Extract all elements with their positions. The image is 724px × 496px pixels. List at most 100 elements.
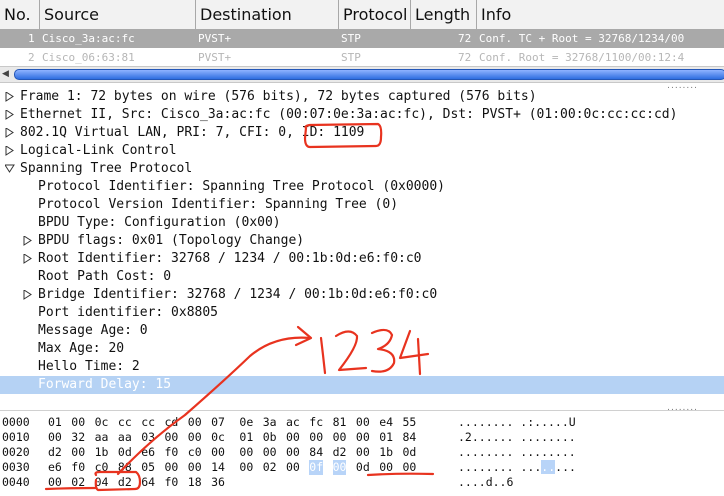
hex-byte[interactable]: 00: [286, 430, 300, 445]
hex-byte[interactable]: aa: [118, 430, 132, 445]
hex-byte[interactable]: 00: [165, 430, 179, 445]
hex-byte[interactable]: 04: [95, 475, 109, 490]
column-header-info[interactable]: Info: [477, 0, 724, 29]
column-header-no[interactable]: No.: [0, 0, 40, 29]
column-header-source[interactable]: Source: [40, 0, 196, 29]
hex-byte[interactable]: 00: [165, 460, 179, 475]
hex-byte[interactable]: 36: [211, 475, 225, 490]
column-header-length[interactable]: Length: [411, 0, 477, 29]
detail-tree-item[interactable]: Forward Delay: 15: [0, 376, 724, 394]
detail-tree-item[interactable]: 802.1Q Virtual LAN, PRI: 7, CFI: 0, ID: …: [0, 124, 724, 142]
tree-collapsed-icon[interactable]: [4, 88, 16, 106]
tree-collapsed-icon[interactable]: [4, 142, 16, 160]
hex-byte[interactable]: aa: [95, 430, 109, 445]
hex-byte[interactable]: 00: [356, 415, 370, 430]
hex-byte[interactable]: 18: [188, 475, 202, 490]
hex-byte[interactable]: 00: [71, 415, 85, 430]
detail-tree-item[interactable]: Ethernet II, Src: Cisco_3a:ac:fc (00:07:…: [0, 106, 724, 124]
hex-byte[interactable]: 00: [403, 460, 417, 475]
hex-byte[interactable]: f0: [165, 475, 179, 490]
hex-byte[interactable]: 00: [379, 460, 393, 475]
hex-byte[interactable]: 00: [188, 460, 202, 475]
detail-tree-item[interactable]: Root Identifier: 32768 / 1234 / 00:1b:0d…: [0, 250, 724, 268]
hex-byte[interactable]: 00: [48, 430, 62, 445]
hex-byte[interactable]: d2: [118, 475, 132, 490]
hex-dump-row[interactable]: 0030 e6 f0 c0 88 05 00 00 14 00 02 00 0f 00 0d 00 00....…: [0, 460, 724, 475]
hex-byte[interactable]: c0: [188, 445, 202, 460]
packet-bytes-pane[interactable]: 0000 01 00 0c cc cc cd 00 07 0e 3a ac fc 81 00 e4 55....…: [0, 410, 724, 496]
detail-tree-item[interactable]: Port identifier: 0x8805: [0, 304, 724, 322]
hex-byte[interactable]: f0: [71, 460, 85, 475]
hscroll-thumb[interactable]: [14, 69, 724, 80]
hex-byte[interactable]: 01: [48, 415, 62, 430]
packet-list-hscrollbar[interactable]: ◀: [0, 66, 724, 83]
tree-expanded-icon[interactable]: [4, 160, 16, 178]
tree-collapsed-icon[interactable]: [4, 124, 16, 142]
detail-tree-item[interactable]: Hello Time: 2: [0, 358, 724, 376]
hex-byte[interactable]: 0d: [403, 445, 417, 460]
hex-byte[interactable]: 0d: [356, 460, 370, 475]
hex-dump-row[interactable]: 0040 00 02 04 d2 64 f0 18 36 ....d..6: [0, 475, 724, 490]
hex-byte[interactable]: 00: [188, 430, 202, 445]
hex-byte[interactable]: 00: [239, 460, 253, 475]
packet-details-pane[interactable]: Frame 1: 72 bytes on wire (576 bits), 72…: [0, 88, 724, 403]
hex-dump-row[interactable]: 0000 01 00 0c cc cc cd 00 07 0e 3a ac fc 81 00 e4 55....…: [0, 415, 724, 430]
hex-byte[interactable]: 0c: [95, 415, 109, 430]
detail-tree-item[interactable]: Root Path Cost: 0: [0, 268, 724, 286]
hex-byte[interactable]: 00: [239, 445, 253, 460]
hex-byte[interactable]: fc: [309, 415, 323, 430]
hex-byte[interactable]: 00: [211, 445, 225, 460]
hex-byte[interactable]: d2: [333, 445, 347, 460]
packet-row[interactable]: 2 Cisco_06:63:81 PVST+ STP 72 Conf. Root…: [0, 48, 724, 67]
hex-byte[interactable]: 55: [403, 415, 417, 430]
hex-byte[interactable]: 00: [286, 445, 300, 460]
hex-byte[interactable]: 00: [48, 475, 62, 490]
column-header-protocol[interactable]: Protocol: [339, 0, 411, 29]
hex-byte[interactable]: 84: [403, 430, 417, 445]
hex-byte[interactable]: 07: [211, 415, 225, 430]
hex-byte[interactable]: 01: [379, 430, 393, 445]
detail-tree-item[interactable]: Message Age: 0: [0, 322, 724, 340]
detail-tree-item[interactable]: Protocol Version Identifier: Spanning Tr…: [0, 196, 724, 214]
hex-byte[interactable]: 0d: [118, 445, 132, 460]
hex-byte[interactable]: 00: [333, 430, 347, 445]
detail-tree-item[interactable]: BPDU Type: Configuration (0x00): [0, 214, 724, 232]
hex-byte[interactable]: cc: [118, 415, 132, 430]
hex-byte[interactable]: 02: [263, 460, 277, 475]
hex-byte[interactable]: 64: [141, 475, 155, 490]
hex-byte[interactable]: 0f: [309, 460, 324, 475]
hex-byte[interactable]: cc: [141, 415, 155, 430]
hex-byte[interactable]: e6: [141, 445, 155, 460]
hex-byte[interactable]: c0: [95, 460, 109, 475]
hex-byte[interactable]: 00: [71, 445, 85, 460]
hex-byte[interactable]: 05: [141, 460, 155, 475]
hex-byte[interactable]: 0b: [263, 430, 277, 445]
hex-byte[interactable]: f0: [165, 445, 179, 460]
tree-collapsed-icon[interactable]: [22, 232, 34, 250]
detail-tree-item[interactable]: Frame 1: 72 bytes on wire (576 bits), 72…: [0, 88, 724, 106]
detail-tree-item[interactable]: Bridge Identifier: 32768 / 1234 / 00:1b:…: [0, 286, 724, 304]
tree-collapsed-icon[interactable]: [22, 286, 34, 304]
hex-byte[interactable]: 00: [188, 415, 202, 430]
tree-collapsed-icon[interactable]: [4, 106, 16, 124]
hex-byte[interactable]: 88: [118, 460, 132, 475]
hex-byte[interactable]: 32: [71, 430, 85, 445]
detail-tree-item[interactable]: Max Age: 20: [0, 340, 724, 358]
packet-row[interactable]: 1 Cisco_3a:ac:fc PVST+ STP 72 Conf. TC +…: [0, 29, 724, 48]
detail-tree-item[interactable]: Spanning Tree Protocol: [0, 160, 724, 178]
hex-byte[interactable]: 81: [333, 415, 347, 430]
detail-tree-item[interactable]: Protocol Identifier: Spanning Tree Proto…: [0, 178, 724, 196]
hex-byte[interactable]: 00: [263, 445, 277, 460]
hex-dump-row[interactable]: 0020 d2 00 1b 0d e6 f0 c0 00 00 00 00 84 d2 00 1b 0d....…: [0, 445, 724, 460]
hex-byte[interactable]: ac: [286, 415, 300, 430]
hex-byte[interactable]: d2: [48, 445, 62, 460]
hex-byte[interactable]: 00: [286, 460, 300, 475]
hex-byte[interactable]: 00: [356, 430, 370, 445]
hex-byte[interactable]: 1b: [379, 445, 393, 460]
column-header-destination[interactable]: Destination: [196, 0, 339, 29]
detail-tree-item[interactable]: BPDU flags: 0x01 (Topology Change): [0, 232, 724, 250]
detail-tree-item[interactable]: Logical-Link Control: [0, 142, 724, 160]
hex-byte[interactable]: 03: [141, 430, 155, 445]
hex-byte[interactable]: 3a: [263, 415, 277, 430]
hex-byte[interactable]: 00: [356, 445, 370, 460]
